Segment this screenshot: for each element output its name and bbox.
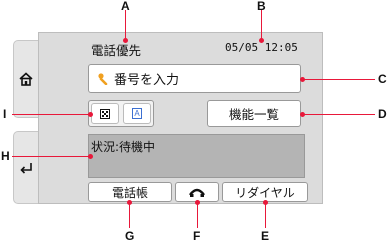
callout-dot-a — [123, 38, 128, 43]
hook-icon — [189, 188, 205, 197]
function-list-button[interactable]: 機能一覧 — [207, 100, 301, 127]
callout-i: I — [3, 107, 7, 121]
callout-dot-g — [127, 200, 132, 205]
callout-line-c — [302, 79, 375, 80]
fingertip-icon — [98, 73, 108, 85]
callout-dot-i — [88, 112, 93, 117]
callout-dot-b — [259, 38, 264, 43]
callout-line-a — [125, 10, 126, 40]
callout-line-f — [197, 202, 198, 228]
grid-button[interactable] — [91, 103, 119, 124]
redial-label: リダイヤル — [235, 185, 295, 200]
home-side-button[interactable] — [13, 40, 39, 118]
callout-dot-c — [300, 77, 305, 82]
hook-button[interactable] — [175, 182, 219, 202]
callout-line-i — [12, 114, 90, 115]
callout-dot-e — [263, 200, 268, 205]
mode-label: 電話優先 — [91, 43, 142, 58]
callout-line-h — [12, 156, 90, 157]
function-list-label: 機能一覧 — [228, 107, 279, 122]
callout-line-e — [265, 202, 266, 228]
phonebook-label: 電話帳 — [111, 185, 148, 200]
callout-dot-h — [88, 154, 93, 159]
callout-dot-f — [195, 200, 200, 205]
back-icon — [20, 162, 32, 174]
callout-d: D — [378, 107, 387, 121]
grid-icon — [100, 108, 110, 119]
number-input-button[interactable]: 番号を入力 — [88, 64, 301, 93]
callout-h: H — [1, 149, 10, 163]
callout-line-g — [129, 202, 130, 228]
callout-line-b — [261, 10, 262, 40]
callout-f: F — [193, 229, 201, 243]
redial-button[interactable]: リダイヤル — [222, 182, 308, 202]
text-mode-icon: A — [132, 108, 142, 119]
callout-c: C — [378, 72, 387, 86]
back-side-button[interactable] — [13, 131, 39, 204]
callout-dot-d — [300, 112, 305, 117]
callout-g: G — [125, 229, 135, 243]
callout-a: A — [121, 0, 130, 13]
callout-e: E — [261, 229, 270, 243]
number-input-label: 番号を入力 — [114, 73, 180, 88]
status-text: 状況:待機中 — [91, 140, 156, 154]
callout-line-d — [302, 114, 375, 115]
text-mode-button[interactable]: A — [123, 103, 151, 124]
phonebook-button[interactable]: 電話帳 — [88, 182, 172, 202]
home-icon — [19, 72, 33, 86]
callout-b: B — [257, 0, 266, 13]
